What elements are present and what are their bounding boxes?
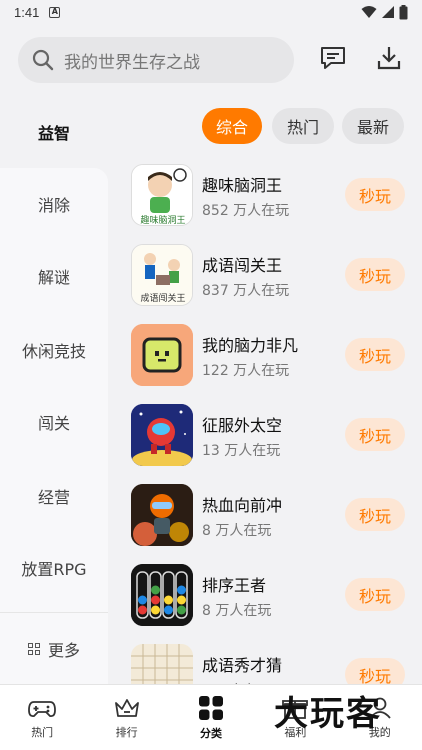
instant-play-button[interactable]: 秒玩 — [345, 258, 405, 291]
game-player-count: 852 万人在玩 — [202, 203, 290, 219]
filter-chip-overall[interactable]: 综合 — [202, 108, 262, 144]
instant-play-button[interactable]: 秒玩 — [345, 418, 405, 451]
crown-icon — [114, 699, 139, 717]
game-row[interactable]: 趣味脑洞王 趣味脑洞王 852 万人在玩 秒玩 — [122, 158, 422, 238]
nav-category[interactable]: 分类 — [169, 685, 253, 750]
nav-hot[interactable]: 热门 — [0, 685, 84, 750]
sidebar-more-button[interactable]: 更多 — [0, 612, 108, 684]
sidebar-item-riddle[interactable]: 解谜 — [0, 240, 108, 312]
game-icon — [131, 324, 193, 386]
instant-play-button[interactable]: 秒玩 — [345, 178, 405, 211]
category-sidebar: 益智 消除 解谜 休闲竞技 闯关 经营 放置RPG 更多 — [0, 96, 108, 684]
instant-play-button[interactable]: 秒玩 — [345, 498, 405, 531]
game-row[interactable]: 征服外太空 13 万人在玩 秒玩 — [122, 398, 422, 478]
game-title: 排序王者 — [202, 576, 267, 595]
game-icon: 趣味脑洞王 — [131, 164, 193, 226]
game-row[interactable]: 我的脑力非凡 122 万人在玩 秒玩 — [122, 318, 422, 398]
sidebar-item-match[interactable]: 消除 — [0, 168, 108, 240]
game-thumbnail — [131, 484, 193, 546]
game-row[interactable]: 成语闯关王 成语闯关王 837 万人在玩 秒玩 — [122, 238, 422, 318]
game-title: 热血向前冲 — [202, 496, 283, 515]
game-icon: 成语闯关王 — [131, 244, 193, 306]
game-title: 成语秀才猜 — [202, 656, 283, 675]
game-row[interactable]: 热血向前冲 8 万人在玩 秒玩 — [122, 478, 422, 558]
game-thumbnail: 成语闯关王 — [132, 245, 192, 305]
gamepad-icon — [28, 701, 57, 718]
nav-hot-label: 热门 — [31, 726, 54, 739]
sidebar-item-management[interactable]: 经营 — [0, 460, 108, 532]
game-thumbnail — [131, 404, 193, 466]
filter-chip-hot[interactable]: 热门 — [272, 108, 334, 144]
battery-icon — [399, 4, 408, 19]
download-button[interactable] — [373, 42, 405, 74]
game-thumbnail — [131, 564, 193, 626]
game-thumbnail: 趣味脑洞王 — [132, 165, 192, 226]
signal-icon — [382, 6, 394, 18]
game-player-count: 8 万人在玩 — [202, 603, 272, 619]
game-player-count: 122 万人在玩 — [202, 363, 290, 379]
notification-icon: A — [49, 6, 61, 18]
grid-icon — [198, 696, 223, 720]
search-placeholder: 我的世界生存之战 — [64, 52, 200, 73]
game-title: 成语闯关王 — [202, 256, 283, 275]
game-title: 我的脑力非凡 — [202, 336, 299, 355]
game-player-count: 8 万人在玩 — [202, 523, 272, 539]
game-icon — [131, 564, 193, 626]
svg-text:成语闯关王: 成语闯关王 — [140, 292, 185, 304]
game-player-count: 837 万人在玩 — [202, 283, 290, 299]
nav-ranking[interactable]: 排行 — [84, 685, 168, 750]
instant-play-button[interactable]: 秒玩 — [345, 338, 405, 371]
instant-play-button[interactable]: 秒玩 — [345, 578, 405, 611]
sidebar-item-puzzle[interactable]: 益智 — [0, 96, 108, 168]
game-icon — [131, 484, 193, 546]
top-bar: 我的世界生存之战 — [0, 24, 422, 96]
download-icon — [377, 47, 401, 70]
filter-chip-latest[interactable]: 最新 — [342, 108, 404, 144]
search-icon — [32, 49, 54, 71]
game-thumbnail — [131, 324, 193, 386]
game-icon — [131, 404, 193, 466]
wifi-icon — [361, 6, 377, 18]
grid-small-icon — [27, 642, 40, 655]
status-icons — [361, 4, 408, 20]
game-title: 趣味脑洞王 — [202, 176, 283, 195]
sidebar-item-casual-competitive[interactable]: 休闲竞技 — [0, 314, 108, 386]
sidebar-item-levels[interactable]: 闯关 — [0, 386, 108, 458]
sidebar-item-idle-rpg[interactable]: 放置RPG — [0, 532, 108, 604]
status-time: 1:41 — [14, 4, 40, 20]
search-bar[interactable]: 我的世界生存之战 — [18, 37, 294, 83]
game-row[interactable]: 排序王者 8 万人在玩 秒玩 — [122, 558, 422, 638]
nav-category-label: 分类 — [199, 727, 222, 740]
message-icon — [321, 47, 345, 69]
svg-text:趣味脑洞王: 趣味脑洞王 — [140, 214, 185, 226]
status-bar: 1:41 A — [0, 0, 422, 24]
sidebar-more-label: 更多 — [47, 640, 80, 660]
message-button[interactable] — [317, 42, 349, 74]
watermark: 大玩客 — [274, 694, 382, 734]
nav-ranking-label: 排行 — [115, 726, 138, 739]
game-title: 征服外太空 — [202, 416, 283, 435]
game-player-count: 13 万人在玩 — [202, 443, 281, 459]
